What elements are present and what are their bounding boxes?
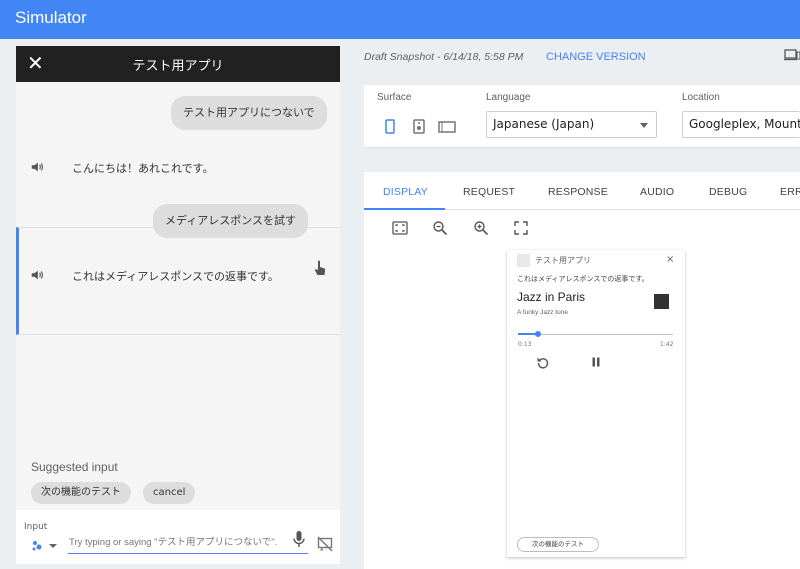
no-display-icon[interactable] bbox=[317, 536, 333, 552]
location-input[interactable]: Googleplex, Mountai bbox=[682, 111, 800, 138]
tab-response[interactable]: RESPONSE bbox=[548, 186, 608, 198]
suggested-input: Suggested input 次の機能のテスト cancel bbox=[16, 450, 340, 510]
chat-panel: ✕ テスト用アプリ テスト用アプリにつないで こんにちは！あれこれです。 メディ… bbox=[16, 46, 340, 564]
album-art bbox=[654, 294, 669, 309]
media-progress-track[interactable] bbox=[518, 334, 673, 335]
location-value: Googleplex, Mountai bbox=[689, 117, 800, 131]
tab-request[interactable]: REQUEST bbox=[463, 186, 515, 198]
speaker-icon[interactable] bbox=[30, 160, 44, 174]
device-preview: テスト用アプリ × これはメディアレスポンスでの返事です。 Jazz in Pa… bbox=[507, 250, 685, 557]
zoom-in-icon[interactable] bbox=[473, 220, 489, 236]
surface-label: Surface bbox=[377, 92, 412, 103]
suggestion-chip-cancel[interactable]: cancel bbox=[143, 482, 196, 504]
tab-debug[interactable]: DEBUG bbox=[709, 186, 747, 198]
pause-icon[interactable] bbox=[590, 356, 602, 368]
location-label: Location bbox=[682, 92, 720, 103]
phone-icon[interactable] bbox=[385, 119, 395, 134]
app-icon bbox=[517, 254, 530, 267]
device-message: これはメディアレスポンスでの返事です。 bbox=[517, 275, 649, 283]
fullscreen-icon[interactable] bbox=[513, 220, 529, 236]
language-value: Japanese (Japan) bbox=[493, 117, 595, 131]
elapsed-time: 0:13 bbox=[518, 341, 532, 348]
chat-input[interactable]: Try typing or saying "テスト用アプリにつないで". bbox=[68, 534, 308, 554]
change-version-button[interactable]: CHANGE VERSION bbox=[546, 51, 646, 63]
language-select[interactable]: Japanese (Japan) bbox=[486, 111, 657, 138]
conversation: テスト用アプリにつないで こんにちは！あれこれです。 メディアレスポンスを試す … bbox=[16, 82, 340, 496]
tab-errors[interactable]: ERR bbox=[780, 186, 800, 198]
assistant-text: これはメディアレスポンスでの返事です。 bbox=[72, 270, 279, 283]
device-app-name: テスト用アプリ bbox=[535, 256, 591, 265]
media-title: Jazz in Paris bbox=[517, 290, 586, 304]
settings-card: Surface Language Japanese (Japan) Locati… bbox=[364, 85, 800, 148]
suggested-input-label: Suggested input bbox=[31, 460, 118, 474]
device-suggestion-chip[interactable]: 次の機能のテスト bbox=[517, 537, 599, 552]
chat-header: ✕ テスト用アプリ bbox=[16, 46, 340, 82]
touch-icon bbox=[314, 260, 326, 275]
speaker-icon[interactable] bbox=[30, 268, 44, 282]
fit-screen-icon[interactable] bbox=[392, 220, 408, 236]
language-label: Language bbox=[486, 92, 531, 103]
chat-app-title: テスト用アプリ bbox=[132, 59, 224, 74]
tab-bar: DISPLAY REQUEST RESPONSE AUDIO DEBUG ERR bbox=[364, 172, 800, 210]
mic-icon[interactable] bbox=[293, 530, 305, 548]
assistant-text: こんにちは！あれこれです。 bbox=[72, 162, 214, 175]
devices-icon[interactable] bbox=[784, 49, 800, 61]
suggestion-chip[interactable]: 次の機能のテスト bbox=[31, 482, 131, 504]
replay-icon[interactable] bbox=[536, 355, 550, 369]
app-title: Simulator bbox=[15, 8, 87, 27]
top-app-bar: Simulator bbox=[0, 0, 800, 39]
speaker-device-icon[interactable] bbox=[413, 119, 425, 134]
media-description: A funky Jazz tune bbox=[517, 309, 568, 316]
tab-audio[interactable]: AUDIO bbox=[640, 186, 674, 198]
chevron-down-icon bbox=[640, 123, 648, 128]
media-progress-thumb[interactable] bbox=[535, 331, 541, 337]
input-label: Input bbox=[24, 522, 48, 532]
duration-time: 1:42 bbox=[660, 341, 674, 348]
active-tab-indicator bbox=[364, 208, 445, 210]
close-icon[interactable]: × bbox=[666, 254, 674, 265]
display-icon[interactable] bbox=[438, 121, 456, 133]
tab-display[interactable]: DISPLAY bbox=[383, 186, 428, 198]
user-message: メディアレスポンスを試す bbox=[153, 204, 309, 238]
zoom-out-icon[interactable] bbox=[432, 220, 448, 236]
assistant-dots-icon[interactable] bbox=[30, 538, 60, 552]
draft-snapshot: Draft Snapshot - 6/14/18, 5:58 PM bbox=[364, 51, 524, 63]
input-area: Input Try typing or saying "テスト用アプリにつないで… bbox=[16, 516, 340, 564]
user-message: テスト用アプリにつないで bbox=[171, 96, 327, 130]
